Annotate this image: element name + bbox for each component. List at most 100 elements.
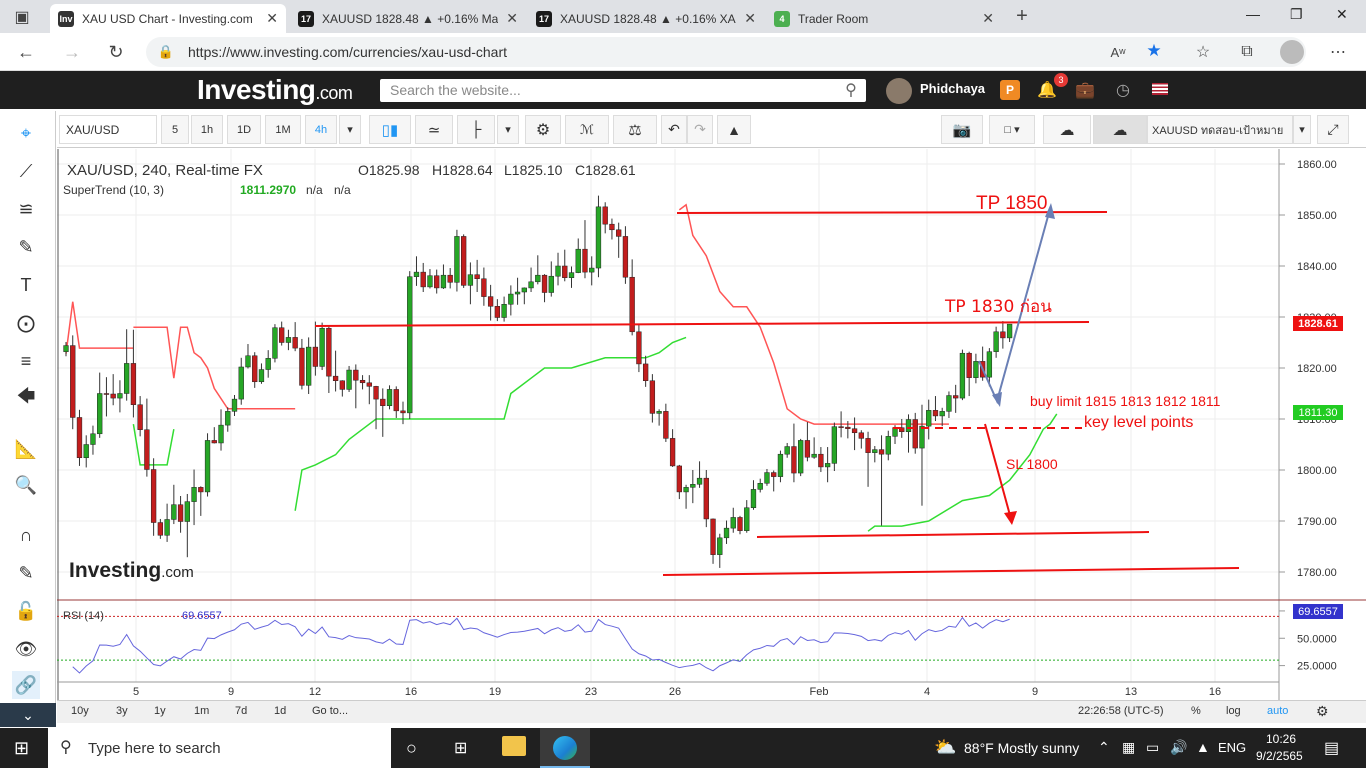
read-aloud-icon[interactable]: Aʷ (1108, 42, 1128, 62)
search-input[interactable]: Search the website... (380, 79, 866, 102)
symbol-input[interactable]: XAU/USD (59, 115, 157, 144)
pattern-icon[interactable]: ⨀ (12, 309, 40, 337)
layout-name[interactable]: XAUUSD ทดสอบ-เป้าหมาย (1147, 115, 1293, 144)
battery-icon[interactable]: ▭ (1146, 739, 1159, 756)
clock-icon[interactable]: ◷ (1114, 81, 1132, 99)
alert-icon[interactable]: ▲ (717, 115, 751, 144)
brush-icon[interactable]: ✎ (12, 233, 40, 261)
browser-tab[interactable]: 17 XAUUSD 1828.48 ▲ +0.16% Malt ✕ (290, 4, 526, 33)
redo-icon[interactable]: ↷ (687, 115, 713, 144)
task-view-icon[interactable]: ⊞ (454, 738, 467, 758)
date[interactable]: 9/2/2565 (1256, 749, 1303, 763)
minimize-icon[interactable]: — (1246, 6, 1260, 22)
indicators-icon[interactable]: ℳ (565, 115, 609, 144)
cloud-upload-icon[interactable]: ☁ (1093, 115, 1147, 144)
refresh-icon[interactable]: ↻ (104, 41, 128, 63)
lock-icon[interactable]: 🔒 (158, 43, 174, 61)
file-explorer-icon[interactable] (502, 736, 526, 756)
collapse-toolbar-icon[interactable]: ⌄ (0, 703, 56, 727)
zoom-icon[interactable]: 🔍 (12, 471, 40, 499)
supertrend-legend[interactable]: SuperTrend (10, 3) (63, 183, 164, 197)
url-text[interactable]: https://www.investing.com/currencies/xau… (188, 44, 507, 60)
layout-select[interactable]: □ ▾ (989, 115, 1035, 144)
more-menu-icon[interactable]: ⋯ (1326, 40, 1350, 64)
notifications-icon[interactable]: ▤ (1324, 738, 1339, 758)
camera-icon[interactable]: 📷 (941, 115, 983, 144)
lock-drawings-icon[interactable]: ✎ (12, 559, 40, 587)
back-icon[interactable]: ← (14, 41, 38, 63)
log-toggle[interactable]: log (1226, 705, 1241, 717)
tray-chevron-icon[interactable]: ⌃ (1098, 739, 1110, 756)
edge-taskbar-item[interactable] (540, 728, 590, 768)
interval-1d[interactable]: 1D (227, 115, 261, 144)
crosshair-icon[interactable]: ⌖ (12, 119, 40, 147)
pro-badge-icon[interactable]: P (1000, 80, 1020, 100)
compare-scale-icon[interactable]: ⚖ (613, 115, 657, 144)
cortana-icon[interactable]: ○ (406, 738, 417, 759)
search-icon[interactable]: ⚲ (842, 81, 860, 99)
tab-close-icon[interactable]: ✕ (266, 10, 278, 27)
wifi-icon[interactable]: ▲ (1196, 739, 1210, 755)
settings-gear-icon[interactable]: ⚙ (525, 115, 561, 144)
range-1y[interactable]: 1y (154, 705, 166, 717)
magnet-icon[interactable]: ∩ (12, 521, 40, 549)
range-1m[interactable]: 1m (194, 705, 209, 717)
profile-avatar[interactable] (1280, 40, 1304, 64)
text-icon[interactable]: T (12, 271, 40, 299)
collections-icon[interactable]: ⧉ (1236, 41, 1258, 63)
close-window-icon[interactable]: ✕ (1336, 6, 1348, 23)
goto-button[interactable]: Go to... (312, 705, 348, 717)
interval-dropdown-icon[interactable]: ▾ (339, 115, 361, 144)
browser-tab[interactable]: 4 Trader Room ✕ (766, 4, 1002, 33)
weather-icon[interactable]: ⛅ (934, 737, 956, 758)
link-icon[interactable]: 🔗 (12, 671, 40, 699)
clock[interactable]: 10:26 (1266, 732, 1296, 746)
range-3y[interactable]: 3y (116, 705, 128, 717)
taskbar-search-box[interactable]: ⚲ Type here to search (48, 728, 391, 768)
site-logo[interactable]: Investing.com (197, 74, 353, 106)
lock-open-icon[interactable]: 🔓 (12, 597, 40, 625)
candles-icon[interactable]: ▯▮ (369, 115, 411, 144)
cloud-download-icon[interactable]: ☁ (1043, 115, 1091, 144)
interval-5[interactable]: 5 (161, 115, 189, 144)
arrow-left-icon[interactable]: 🡄 (12, 385, 40, 413)
legend-title[interactable]: XAU/USD, 240, Real-time FX (67, 162, 263, 179)
interval-1m[interactable]: 1M (265, 115, 301, 144)
user-avatar[interactable] (886, 78, 912, 104)
percent-toggle[interactable]: % (1191, 705, 1201, 717)
trend-line-icon[interactable]: ⟋ (12, 157, 40, 185)
bars-icon[interactable]: ├ (457, 115, 495, 144)
volume-icon[interactable]: 🔊 (1170, 739, 1187, 756)
range-1d[interactable]: 1d (274, 705, 286, 717)
flag-us-icon[interactable] (1152, 83, 1168, 95)
eye-icon[interactable]: 👁 (12, 635, 40, 663)
auto-toggle[interactable]: auto (1267, 705, 1288, 717)
new-tab-icon[interactable]: + (1012, 5, 1032, 27)
rsi-legend[interactable]: RSI (14) (63, 610, 104, 622)
line-chart-icon[interactable]: ≃ (415, 115, 453, 144)
meet-icon[interactable]: ▦ (1122, 739, 1135, 756)
bell-icon[interactable]: 🔔 (1037, 81, 1057, 99)
tab-close-icon[interactable]: ✕ (744, 10, 756, 27)
price-chart[interactable]: Investing.com 75.000050.000025.0000 TP 1… (57, 149, 1366, 703)
restore-icon[interactable]: ❐ (1290, 6, 1303, 23)
forward-icon[interactable]: → (60, 41, 84, 63)
favorite-star-icon[interactable]: ★ (1144, 41, 1164, 61)
fullscreen-icon[interactable]: ⤢ (1317, 115, 1349, 144)
undo-icon[interactable]: ↶ (661, 115, 687, 144)
fib-icon[interactable]: ≌ (12, 195, 40, 223)
ruler-icon[interactable]: 📐 (12, 435, 40, 463)
interval-1h[interactable]: 1h (191, 115, 223, 144)
range-7d[interactable]: 7d (235, 705, 247, 717)
tab-actions-icon[interactable]: ▣ (12, 8, 32, 26)
tab-close-icon[interactable]: ✕ (982, 10, 994, 27)
weather-text[interactable]: 88°F Mostly sunny (964, 740, 1079, 756)
portfolio-icon[interactable]: 💼 (1075, 81, 1095, 99)
layout-dropdown-icon[interactable]: ▾ (1293, 115, 1311, 144)
measure-icon[interactable]: ≡ (12, 347, 40, 375)
language-indicator[interactable]: ENG (1218, 740, 1246, 755)
range-10y[interactable]: 10y (71, 705, 89, 717)
tab-close-icon[interactable]: ✕ (506, 10, 518, 27)
url-box[interactable]: 🔒 https://www.investing.com/currencies/x… (146, 37, 1306, 67)
windows-start-icon[interactable]: ⊞ (14, 738, 29, 759)
